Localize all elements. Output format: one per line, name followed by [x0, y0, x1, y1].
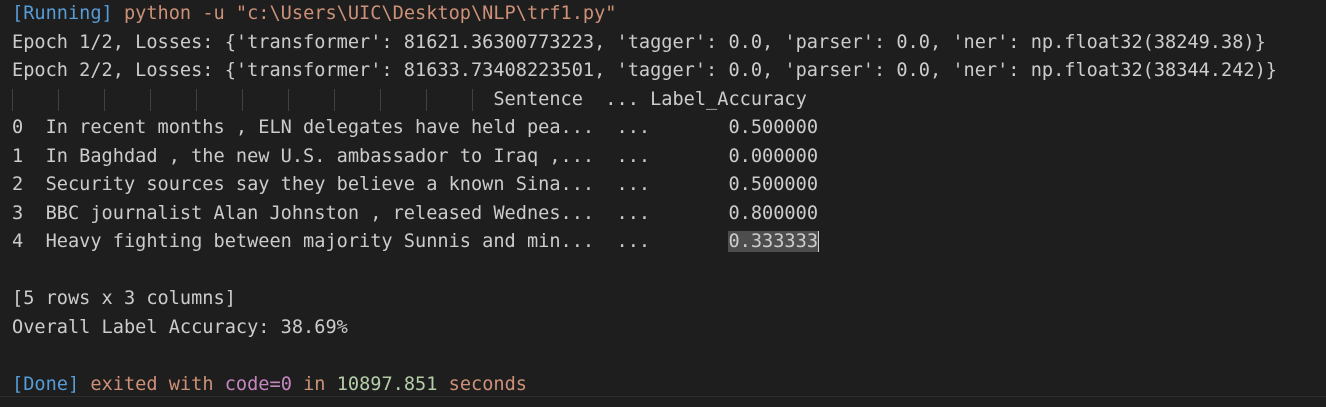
run-command-line: [Running] python -u "c:\Users\UIC\Deskto… — [12, 0, 617, 29]
command-text: python -u "c:\Users\UIC\Desktop\NLP\trf1… — [123, 3, 617, 24]
output-terminal[interactable]: [Running] python -u "c:\Users\UIC\Deskto… — [0, 0, 1326, 407]
table-row: 4 Heavy fighting between majority Sunnis… — [12, 228, 820, 257]
row-text: 0 In recent months , ELN delegates have … — [12, 117, 729, 138]
overall-accuracy: Overall Label Accuracy: 38.69% — [12, 316, 348, 338]
row-text: 1 In Baghdad , the new U.S. ambassador t… — [12, 145, 729, 167]
table-header: Sentence ... Label_Accuracy — [12, 88, 807, 110]
table-summary: [5 rows x 3 columns] — [12, 288, 236, 309]
epoch-line-2: Epoch 2/2, Losses: {'transformer': 81633… — [12, 60, 1277, 81]
row-text: 4 Heavy fighting between majority Sunnis… — [12, 231, 729, 252]
table-row: 2 Security sources say they believe a kn… — [12, 171, 818, 200]
seconds-word: seconds — [448, 373, 528, 395]
row-accuracy: 0.500000 — [728, 174, 819, 195]
table-row: 1 In Baghdad , the new U.S. ambassador t… — [12, 143, 818, 172]
panel-bottom-edge — [0, 396, 1326, 407]
elapsed-seconds: 10897.851 — [336, 373, 438, 395]
done-status: [Done] — [12, 373, 80, 395]
row-accuracy: 0.000000 — [728, 145, 819, 167]
table-row: 0 In recent months , ELN delegates have … — [12, 114, 818, 143]
row-text: 3 BBC journalist Alan Johnston , release… — [12, 202, 729, 224]
exited-with-text: exited with — [90, 373, 214, 395]
running-status: [Running] — [12, 3, 113, 24]
row-accuracy: 0.500000 — [728, 117, 819, 138]
in-word: in — [303, 373, 326, 395]
selected-accuracy-value[interactable]: 0.333333 — [728, 231, 820, 252]
epoch-line-1: Epoch 1/2, Losses: {'transformer': 81621… — [12, 31, 1266, 53]
row-accuracy: 0.800000 — [728, 202, 819, 224]
row-text: 2 Security sources say they believe a kn… — [12, 174, 729, 195]
done-line: [Done] exited with code=0 in 10897.851 s… — [12, 371, 527, 400]
table-row: 3 BBC journalist Alan Johnston , release… — [12, 200, 818, 229]
exit-code: code=0 — [224, 373, 292, 395]
